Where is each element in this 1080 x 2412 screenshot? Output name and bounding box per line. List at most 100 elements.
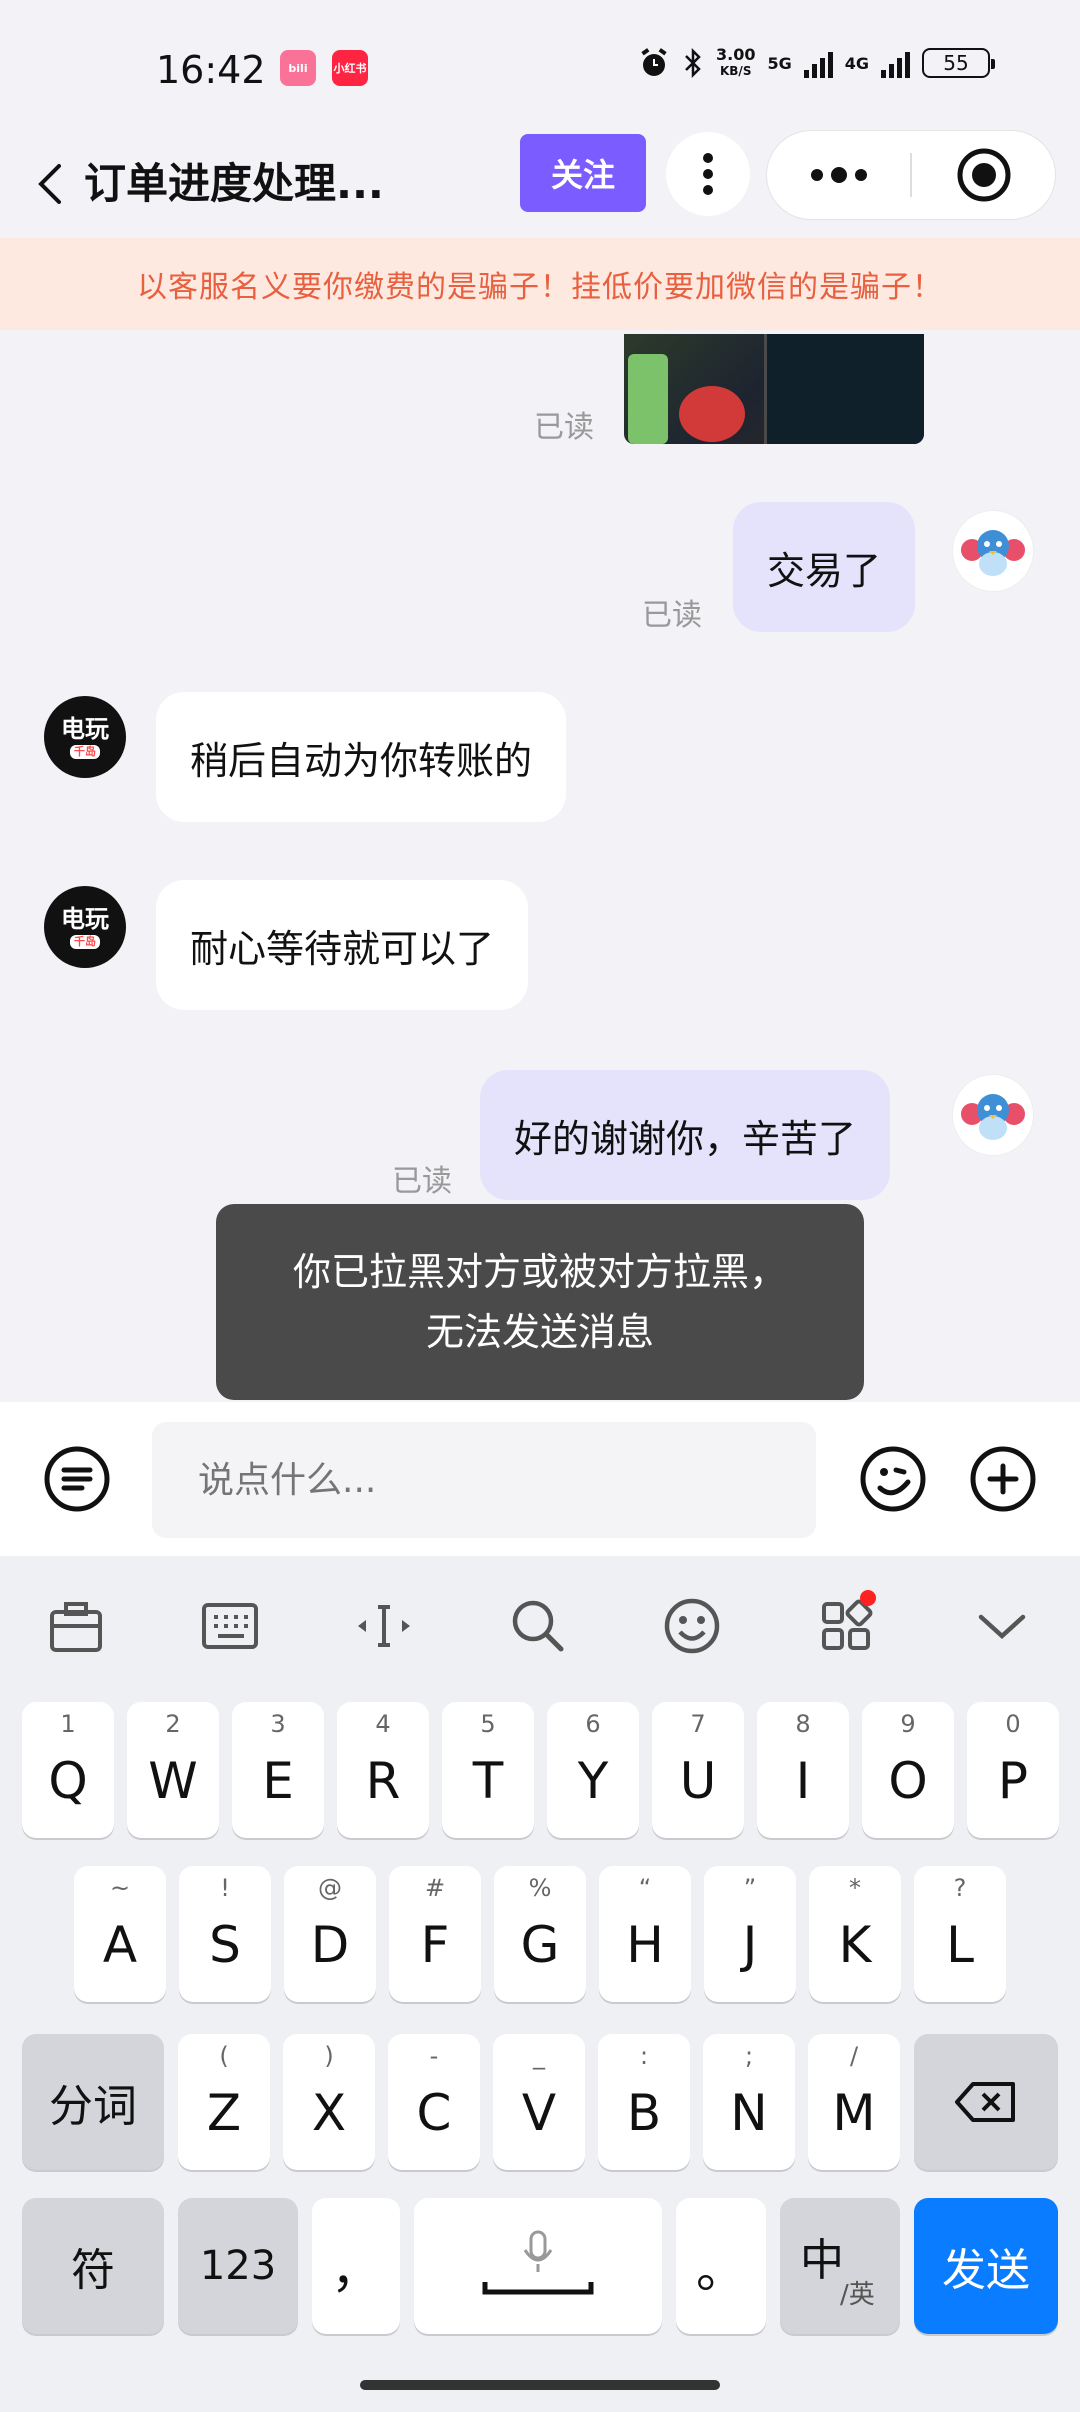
capsule-close-button[interactable] xyxy=(912,131,1055,219)
message-input[interactable] xyxy=(152,1422,816,1538)
key-primary-label: L xyxy=(946,1916,974,1974)
my-avatar[interactable] xyxy=(952,510,1034,592)
menu-list-icon[interactable] xyxy=(40,1442,114,1516)
key-primary-label: O xyxy=(888,1752,928,1810)
key-k[interactable]: * K xyxy=(809,1866,901,2002)
apps-grid-icon[interactable] xyxy=(810,1590,882,1662)
key-primary-label: V xyxy=(521,2084,557,2142)
home-indicator[interactable] xyxy=(360,2380,720,2390)
capsule-menu-button[interactable] xyxy=(767,131,910,219)
miniapp-capsule xyxy=(766,130,1056,220)
key-d[interactable]: @ D xyxy=(284,1866,376,2002)
key-b[interactable]: :B xyxy=(598,2034,690,2170)
key-primary-label: Y xyxy=(577,1752,609,1810)
backspace-icon xyxy=(955,2082,1015,2122)
key-secondary-label: 7 xyxy=(690,1710,706,1738)
message-bubble-out[interactable]: 交易了 xyxy=(733,502,916,632)
emoji-icon[interactable] xyxy=(656,1590,728,1662)
key-h[interactable]: “H xyxy=(599,1866,691,2002)
key-p[interactable]: 0P xyxy=(967,1702,1059,1838)
bilibili-app-icon: bili xyxy=(280,50,316,86)
seller-avatar[interactable]: 电玩 千岛 xyxy=(44,886,126,968)
number-key[interactable]: 123 xyxy=(178,2198,298,2334)
key-secondary-label: “ xyxy=(638,1874,652,1902)
key-r[interactable]: 4R xyxy=(337,1702,429,1838)
keyboard-icon[interactable] xyxy=(194,1590,266,1662)
key-m[interactable]: / M xyxy=(808,2034,900,2170)
key-primary-label: I xyxy=(795,1752,811,1810)
message-bubble-in[interactable]: 稍后自动为你转账的 xyxy=(156,692,567,822)
message-bubble-out[interactable]: 好的谢谢你，辛苦了 xyxy=(480,1070,891,1200)
cursor-move-icon[interactable] xyxy=(348,1590,420,1662)
emoji-button[interactable] xyxy=(856,1442,930,1516)
segment-key[interactable]: 分词 xyxy=(22,2034,164,2170)
key-primary-label: X xyxy=(311,2084,347,2142)
blocked-toast: 你已拉黑对方或被对方拉黑，无法发送消息 xyxy=(216,1204,864,1400)
seller-avatar[interactable]: 电玩 千岛 xyxy=(44,696,126,778)
key-c[interactable]: -C xyxy=(388,2034,480,2170)
space-key[interactable] xyxy=(414,2198,662,2334)
language-switch-key[interactable]: 中 /英 xyxy=(780,2198,900,2334)
key-i[interactable]: 8I xyxy=(757,1702,849,1838)
follow-button[interactable]: 关注 xyxy=(520,134,646,212)
symbol-key[interactable]: 符 xyxy=(22,2198,164,2334)
read-status: 已读 xyxy=(642,598,702,633)
chat-title: 订单进度处理... xyxy=(84,159,384,208)
read-status: 已读 xyxy=(392,1164,452,1199)
key-primary-label: P xyxy=(997,1752,1029,1810)
comma-key[interactable]: ， xyxy=(312,2198,400,2334)
key-secondary-label: ? xyxy=(953,1874,967,1902)
alarm-icon xyxy=(641,48,667,76)
key-t[interactable]: 5T xyxy=(442,1702,534,1838)
collapse-keyboard-icon[interactable] xyxy=(966,1590,1038,1662)
key-secondary-label: # xyxy=(424,1874,446,1902)
bird-avatar-icon xyxy=(961,530,1025,576)
key-y[interactable]: 6Y xyxy=(547,1702,639,1838)
key-j[interactable]: ” J xyxy=(704,1866,796,2002)
key-primary-label: S xyxy=(209,1916,241,1974)
key-secondary-label: 6 xyxy=(585,1710,601,1738)
key-secondary-label: 4 xyxy=(375,1710,391,1738)
signal-icon-1 xyxy=(803,48,833,78)
period-key[interactable]: 。 xyxy=(676,2198,766,2334)
backspace-key[interactable] xyxy=(914,2034,1058,2170)
message-bubble-in[interactable]: 耐心等待就可以了 xyxy=(156,880,529,1010)
net-speed: 3.00 KB/S xyxy=(715,45,756,78)
key-secondary-label: ) xyxy=(324,2042,334,2070)
battery-icon: 55 xyxy=(922,48,995,78)
key-o[interactable]: 9O xyxy=(862,1702,954,1838)
key-s[interactable]: ! S xyxy=(179,1866,271,2002)
key-primary-label: N xyxy=(730,2084,768,2142)
key-secondary-label: / xyxy=(849,2042,859,2070)
more-options-button[interactable] xyxy=(666,132,750,216)
target-icon xyxy=(957,148,1010,202)
image-message[interactable] xyxy=(624,334,924,444)
key-a[interactable]: ~ A xyxy=(74,1866,166,2002)
key-l[interactable]: ? L xyxy=(914,1866,1006,2002)
key-x[interactable]: ) X xyxy=(283,2034,375,2170)
key-e[interactable]: 3E xyxy=(232,1702,324,1838)
key-f[interactable]: # F xyxy=(389,1866,481,2002)
key-v[interactable]: _ V xyxy=(493,2034,585,2170)
key-n[interactable]: ; N xyxy=(703,2034,795,2170)
smiley-icon xyxy=(860,1446,926,1512)
key-secondary-label: 2 xyxy=(165,1710,181,1738)
keyboard: 1Q2W3E4R5T6Y7U8I9O0P ~ A! S @ D # F% G “H” J * K? L … xyxy=(0,1556,1080,2412)
key-g[interactable]: % G xyxy=(494,1866,586,2002)
input-bar xyxy=(0,1402,1080,1556)
microphone-icon xyxy=(482,2230,594,2295)
key-w[interactable]: 2W xyxy=(127,1702,219,1838)
my-avatar[interactable] xyxy=(952,1074,1034,1156)
send-key[interactable]: 发送 xyxy=(914,2198,1058,2334)
plus-circle-icon xyxy=(970,1446,1036,1512)
key-z[interactable]: (Z xyxy=(178,2034,270,2170)
key-primary-label: W xyxy=(148,1752,198,1810)
xiaohongshu-app-icon: 小红书 xyxy=(332,50,368,86)
add-button[interactable] xyxy=(966,1442,1040,1516)
key-q[interactable]: 1Q xyxy=(22,1702,114,1838)
key-u[interactable]: 7U xyxy=(652,1702,744,1838)
back-icon[interactable] xyxy=(22,156,78,212)
search-icon[interactable] xyxy=(502,1590,574,1662)
key-primary-label: J xyxy=(742,1916,758,1974)
clipboard-icon[interactable] xyxy=(40,1590,112,1662)
